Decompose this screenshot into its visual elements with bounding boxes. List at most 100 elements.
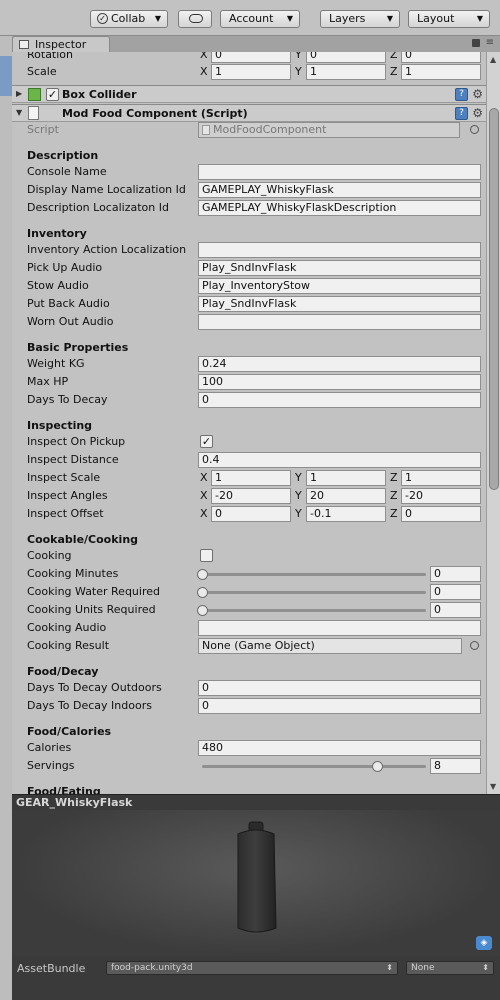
inspect-angles-z-field[interactable]: -20 <box>401 488 481 504</box>
inspect-offset-z-field[interactable]: 0 <box>401 506 481 522</box>
chevron-updown-icon: ⬍ <box>482 963 489 972</box>
layers-dropdown[interactable]: Layers ▼ <box>320 10 400 28</box>
gear-icon[interactable]: ⚙ <box>472 106 483 120</box>
servings-slider[interactable] <box>202 765 426 768</box>
tab-inspector[interactable]: Inspector <box>12 36 110 52</box>
chevron-down-icon: ▼ <box>386 14 393 23</box>
tag-icon[interactable]: ◈ <box>476 936 492 950</box>
cooking-checkbox[interactable] <box>200 549 213 562</box>
axis-x-label: X <box>200 471 208 484</box>
lock-icon[interactable] <box>472 39 480 47</box>
days-to-decay-field[interactable]: 0 <box>198 392 481 408</box>
asset-preview[interactable]: ◈ <box>12 810 500 956</box>
scale-y-field[interactable]: 1 <box>306 64 386 80</box>
cooking-label: Cooking <box>27 549 72 562</box>
axis-z-label: Z <box>390 52 398 61</box>
cooking-units-field[interactable]: 0 <box>430 602 481 618</box>
box-collider-enabled-checkbox[interactable]: ✓ <box>46 88 59 101</box>
servings-slider-handle[interactable] <box>372 761 383 772</box>
stow-audio-label: Stow Audio <box>27 279 89 292</box>
rotation-z-field[interactable]: 0 <box>401 52 481 63</box>
cooking-units-slider-handle[interactable] <box>197 605 208 616</box>
rotation-x-field[interactable]: 0 <box>211 52 291 63</box>
inventory-action-field[interactable] <box>198 242 481 258</box>
maxhp-field[interactable]: 100 <box>198 374 481 390</box>
gear-icon[interactable]: ⚙ <box>472 87 483 101</box>
scroll-down-icon[interactable]: ▼ <box>490 782 496 791</box>
section-food-decay: Food/Decay <box>27 665 99 678</box>
scale-z-field[interactable]: 1 <box>401 64 481 80</box>
help-book-icon[interactable]: ? <box>455 88 468 101</box>
hierarchy-panel-edge <box>0 36 12 1000</box>
section-inventory: Inventory <box>27 227 87 240</box>
wornout-audio-field[interactable] <box>198 314 481 330</box>
rotation-y-field[interactable]: 0 <box>306 52 386 63</box>
cooking-minutes-slider-handle[interactable] <box>197 569 208 580</box>
collab-button[interactable]: ✓ Collab ▼ <box>90 10 168 28</box>
script-value: ModFoodComponent <box>213 123 327 136</box>
cloud-button[interactable] <box>178 10 212 28</box>
inspect-angles-y-field[interactable]: 20 <box>306 488 386 504</box>
inspect-offset-x-field[interactable]: 0 <box>211 506 291 522</box>
console-name-field[interactable] <box>198 164 481 180</box>
decay-outdoors-field[interactable]: 0 <box>198 680 481 696</box>
box-collider-icon <box>28 88 41 101</box>
putback-audio-field[interactable]: Play_SndInvFlask <box>198 296 481 312</box>
display-name-field[interactable]: GAMEPLAY_WhiskyFlask <box>198 182 481 198</box>
cooking-units-slider[interactable] <box>202 609 426 612</box>
account-dropdown[interactable]: Account ▼ <box>220 10 300 28</box>
servings-field[interactable]: 8 <box>430 758 481 774</box>
assetbundle-name-dropdown[interactable]: food-pack.unity3d ⬍ <box>106 961 398 975</box>
scrollbar-thumb[interactable] <box>489 108 499 490</box>
script-field[interactable]: ModFoodComponent <box>198 122 460 138</box>
assetbundle-variant-dropdown[interactable]: None ⬍ <box>406 961 494 975</box>
layout-dropdown[interactable]: Layout ▼ <box>408 10 490 28</box>
axis-z-label: Z <box>390 507 398 520</box>
cooking-water-slider[interactable] <box>202 591 426 594</box>
servings-row: Servings 8 <box>12 758 486 774</box>
decay-outdoors-row: Days To Decay Outdoors 0 <box>12 680 486 696</box>
help-book-icon[interactable]: ? <box>455 107 468 120</box>
foldout-open-icon[interactable]: ▼ <box>16 108 22 117</box>
inspect-scale-z-field[interactable]: 1 <box>401 470 481 486</box>
pickup-audio-field[interactable]: Play_SndInvFlask <box>198 260 481 276</box>
weight-field[interactable]: 0.24 <box>198 356 481 372</box>
scroll-up-icon[interactable]: ▲ <box>490 55 496 64</box>
description-id-field[interactable]: GAMEPLAY_WhiskyFlaskDescription <box>198 200 481 216</box>
cooking-result-field[interactable]: None (Game Object) <box>198 638 462 654</box>
axis-z-label: Z <box>390 471 398 484</box>
cooking-audio-label: Cooking Audio <box>27 621 107 634</box>
rotation-label: Rotation <box>27 52 74 61</box>
cooking-minutes-slider[interactable] <box>202 573 426 576</box>
inspect-angles-x-field[interactable]: -20 <box>211 488 291 504</box>
preview-header[interactable]: GEAR_WhiskyFlask <box>12 794 500 810</box>
inspect-scale-y-field[interactable]: 1 <box>306 470 386 486</box>
foldout-closed-icon[interactable]: ▶ <box>16 89 22 98</box>
object-picker-icon[interactable] <box>470 641 479 650</box>
cooking-units-row: Cooking Units Required 0 <box>12 602 486 618</box>
preview-title: GEAR_WhiskyFlask <box>16 796 133 809</box>
axis-x-label: X <box>200 489 208 502</box>
object-picker-icon[interactable] <box>470 125 479 134</box>
inspect-angles-label: Inspect Angles <box>27 489 108 502</box>
inspect-scale-x-field[interactable]: 1 <box>211 470 291 486</box>
cooking-minutes-field[interactable]: 0 <box>430 566 481 582</box>
inspect-distance-field[interactable]: 0.4 <box>198 452 481 468</box>
inspect-on-pickup-checkbox[interactable]: ✓ <box>200 435 213 448</box>
cooking-water-slider-handle[interactable] <box>197 587 208 598</box>
inspector-scrollbar[interactable]: ▲ ▼ <box>486 52 500 794</box>
box-collider-header[interactable]: ▶ ✓ Box Collider ? ⚙ <box>12 85 486 103</box>
inspect-offset-y-field[interactable]: -0.1 <box>306 506 386 522</box>
maxhp-row: Max HP 100 <box>12 374 486 390</box>
cooking-water-field[interactable]: 0 <box>430 584 481 600</box>
stow-audio-field[interactable]: Play_InventoryStow <box>198 278 481 294</box>
tab-label: Inspector <box>35 38 87 51</box>
mod-food-component-header[interactable]: ▼ Mod Food Component (Script) ? ⚙ <box>12 104 486 122</box>
selection-highlight <box>0 56 12 96</box>
menu-icon[interactable]: ≡ <box>486 37 494 48</box>
calories-field[interactable]: 480 <box>198 740 481 756</box>
decay-indoors-field[interactable]: 0 <box>198 698 481 714</box>
scale-x-field[interactable]: 1 <box>211 64 291 80</box>
layers-label: Layers <box>329 12 366 25</box>
cooking-audio-field[interactable] <box>198 620 481 636</box>
